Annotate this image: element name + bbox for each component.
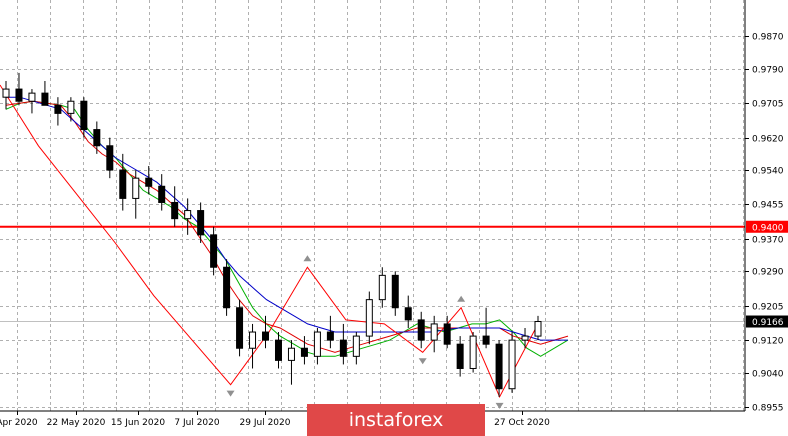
candle-body-down [119, 169, 127, 199]
candle-body-up [469, 335, 477, 369]
candle [223, 259, 231, 316]
candle-body-down [145, 177, 153, 187]
candle-body-down [41, 92, 49, 106]
x-tick-label: 22 May 2020 [47, 418, 106, 428]
candle-body-up [352, 335, 360, 357]
candle-body-down [391, 274, 399, 309]
candle-body-up [132, 177, 140, 199]
candle-body-up [28, 92, 36, 102]
candle-body-down [54, 104, 62, 114]
y-tick-label: 0.9120 [752, 337, 784, 347]
candle-body-down [417, 319, 425, 341]
x-tick-label: 15 Jun 2020 [111, 418, 165, 428]
x-tick-label: 29 Jul 2020 [240, 418, 291, 428]
candle-body-down [171, 201, 179, 220]
current-price-label: 0.9166 [752, 318, 784, 328]
candle-body-down [236, 307, 244, 349]
price-chart: 0.9870 0.9790 0.9705 0.9620 0.9540 0.9455 0.93… [0, 0, 788, 436]
candle-body-up [287, 347, 295, 361]
candle-body-up [184, 210, 192, 220]
candle-body-down [106, 145, 114, 171]
y-tick-label: 0.8955 [752, 404, 784, 414]
candle-body-down [274, 339, 282, 361]
watermark-text: instaforex [349, 409, 444, 431]
y-tick-label: 0.9290 [752, 268, 784, 278]
candle-body-up [508, 339, 516, 390]
candle-body-down [15, 88, 23, 102]
candle-body-down [223, 266, 231, 309]
candle-body-up [378, 274, 386, 301]
candle [495, 340, 503, 397]
candle-body-up [430, 323, 438, 341]
candle-body-down [80, 100, 88, 131]
candle-body-down [326, 331, 334, 341]
candle [236, 299, 244, 357]
candle-body-up [534, 321, 542, 337]
candle-body-down [197, 210, 205, 236]
x-tick-label: Apr 2020 [0, 418, 38, 428]
candle-body-up [313, 331, 321, 357]
candle [365, 291, 373, 345]
level-badge-label: 0.9400 [752, 223, 784, 233]
candle-body-down [210, 234, 218, 268]
y-tick-label: 0.9870 [752, 33, 784, 43]
y-tick-label: 0.9540 [752, 167, 784, 177]
y-tick-label: 0.9370 [752, 236, 784, 246]
candle-body-up [249, 331, 257, 349]
candle [469, 332, 477, 373]
candle-body-down [300, 347, 308, 357]
chart-background [0, 0, 788, 436]
y-tick-label: 0.9705 [752, 100, 784, 110]
candle-body-down [482, 335, 490, 345]
candle-body-down [158, 185, 166, 203]
y-tick-label: 0.9790 [752, 66, 784, 76]
x-tick-label: 7 Jul 2020 [174, 418, 219, 428]
candle-body-down [456, 343, 464, 369]
candle-body-down [404, 307, 412, 321]
y-tick-label: 0.9620 [752, 135, 784, 145]
candle-body-down [495, 343, 503, 390]
x-tick-label: 27 Oct 2020 [494, 418, 550, 428]
candle-body-up [67, 100, 75, 114]
candle-body-up [2, 88, 10, 98]
watermark: instaforex [307, 404, 485, 436]
candle-body-down [93, 129, 101, 147]
y-tick-label: 0.9040 [752, 370, 784, 380]
y-tick-label: 0.9455 [752, 201, 784, 211]
candle-body-down [443, 323, 451, 345]
candle [508, 332, 516, 393]
candle-body-up [521, 335, 529, 341]
y-tick-label: 0.9205 [752, 303, 784, 313]
candle-body-up [365, 299, 373, 337]
candle-body-down [262, 331, 270, 341]
candle-body-down [339, 339, 347, 357]
